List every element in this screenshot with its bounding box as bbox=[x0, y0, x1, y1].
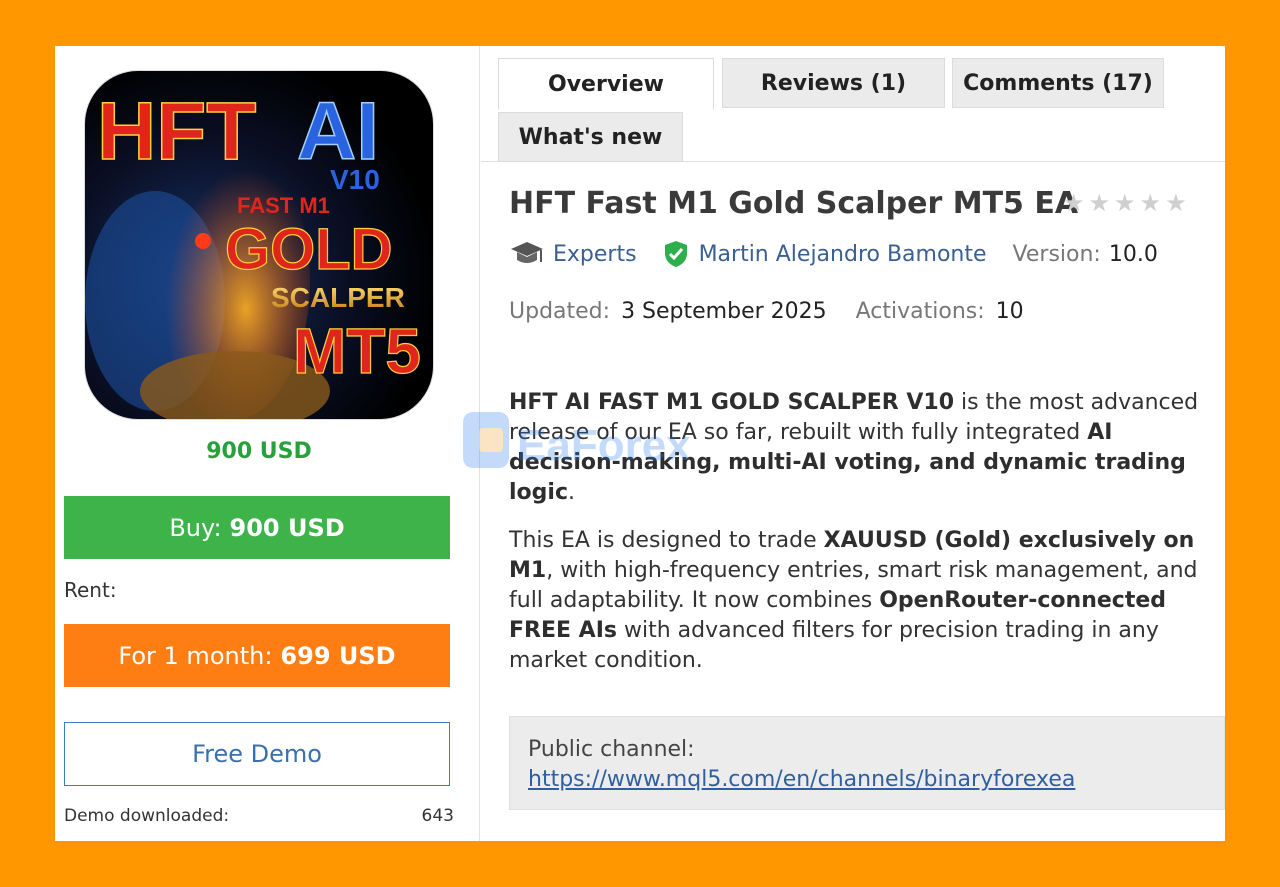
public-channel: Public channel: https://www.mql5.com/en/… bbox=[509, 716, 1225, 810]
star-icon: ★ bbox=[1063, 189, 1085, 217]
image-text-gold: GOLD bbox=[225, 217, 393, 282]
star-icon: ★ bbox=[1165, 189, 1187, 217]
updated-label: Updated: bbox=[509, 299, 611, 324]
author-link[interactable]: Martin Alejandro Bamonte bbox=[699, 242, 987, 267]
buy-button-label: Buy: bbox=[169, 513, 222, 542]
category-link[interactable]: Experts bbox=[553, 242, 637, 267]
updated-value: 3 September 2025 bbox=[621, 299, 827, 324]
verified-shield-icon bbox=[664, 241, 687, 267]
star-icon: ★ bbox=[1088, 189, 1111, 217]
product-price: 900 USD bbox=[206, 439, 312, 464]
star-icon: ★ bbox=[1139, 189, 1162, 217]
tab-comments[interactable]: Comments (17) bbox=[952, 58, 1164, 108]
buy-button[interactable]: Buy: 900 USD bbox=[64, 496, 450, 559]
rent-button[interactable]: For 1 month: 699 USD bbox=[64, 624, 450, 687]
product-meta: Experts Martin Alejandro Bamonte Version… bbox=[509, 240, 1158, 268]
product-card: HFT AI V10 FAST M1 GOLD SCALPER MT5 900 … bbox=[55, 46, 1225, 841]
description-paragraph-1: HFT AI FAST M1 GOLD SCALPER V10 is the m… bbox=[509, 388, 1221, 508]
rent-price: 699 USD bbox=[280, 641, 396, 670]
rent-label: Rent: bbox=[64, 578, 117, 602]
desc-text: This EA is designed to trade bbox=[509, 528, 824, 553]
purchase-panel: HFT AI V10 FAST M1 GOLD SCALPER MT5 900 … bbox=[55, 46, 480, 841]
image-text-scalper: SCALPER bbox=[271, 282, 405, 313]
star-icon: ★ bbox=[1114, 189, 1136, 217]
image-text-v10: V10 bbox=[330, 164, 380, 195]
free-demo-button[interactable]: Free Demo bbox=[64, 722, 450, 786]
image-text-mt5: MT5 bbox=[293, 315, 421, 387]
rent-period: For 1 month: bbox=[118, 641, 273, 670]
free-demo-label: Free Demo bbox=[192, 740, 322, 768]
tab-bar: Overview Reviews (1) Comments (17) What'… bbox=[481, 46, 1225, 162]
desc-bold: HFT AI FAST M1 GOLD SCALPER V10 bbox=[509, 390, 955, 415]
description: HFT AI FAST M1 GOLD SCALPER V10 is the m… bbox=[509, 388, 1221, 694]
activations-value: 10 bbox=[995, 299, 1024, 324]
demo-downloaded-label: Demo downloaded: bbox=[64, 806, 230, 826]
desc-text: . bbox=[568, 480, 575, 505]
details-panel: Overview Reviews (1) Comments (17) What'… bbox=[463, 46, 1225, 841]
version-label: Version: bbox=[1012, 241, 1101, 267]
graduation-cap-icon bbox=[511, 242, 543, 263]
description-paragraph-2: This EA is designed to trade XAUUSD (Gol… bbox=[509, 526, 1221, 676]
activations-label: Activations: bbox=[855, 299, 985, 324]
image-text-fastm1: FAST M1 bbox=[237, 193, 330, 218]
product-title: HFT Fast M1 Gold Scalper MT5 EA bbox=[509, 186, 1079, 221]
tab-reviews[interactable]: Reviews (1) bbox=[722, 58, 945, 108]
demo-downloaded: Demo downloaded: 643 bbox=[64, 806, 454, 826]
image-text-hft: HFT bbox=[97, 86, 256, 177]
demo-downloaded-count: 643 bbox=[421, 806, 454, 826]
product-image[interactable]: HFT AI V10 FAST M1 GOLD SCALPER MT5 bbox=[84, 70, 434, 420]
tab-overview[interactable]: Overview bbox=[498, 58, 714, 110]
channel-label: Public channel: bbox=[528, 737, 695, 762]
tab-whats-new[interactable]: What's new bbox=[498, 112, 683, 162]
version-value: 10.0 bbox=[1108, 241, 1158, 267]
channel-link[interactable]: https://www.mql5.com/en/channels/binaryf… bbox=[528, 767, 1075, 792]
rating-stars[interactable]: ★ ★ ★ ★ ★ bbox=[1063, 189, 1187, 217]
buy-button-price: 900 USD bbox=[229, 513, 345, 542]
update-meta: Updated: 3 September 2025 Activations: 1… bbox=[509, 299, 1024, 324]
